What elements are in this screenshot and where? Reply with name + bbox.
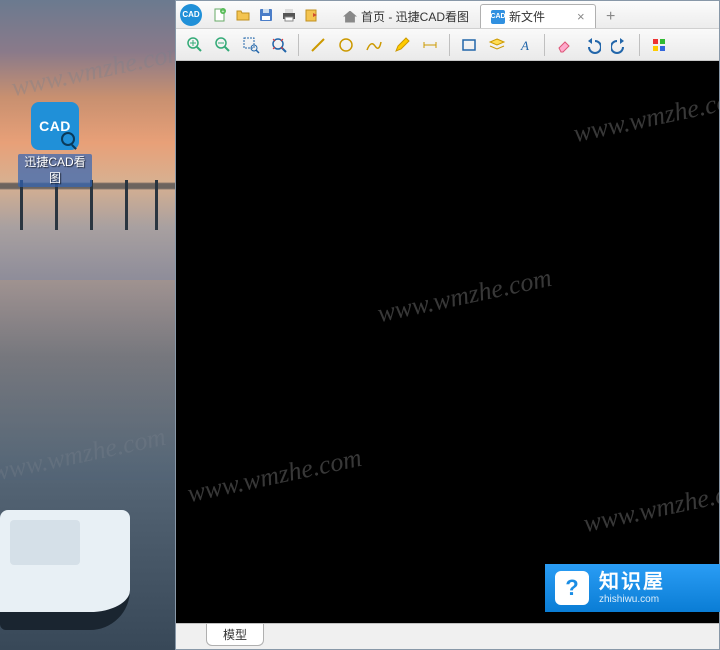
print-button[interactable] (279, 5, 299, 25)
new-file-button[interactable]: + (210, 5, 230, 25)
desktop-background: CAD 迅捷CAD看图 (0, 0, 175, 650)
circle-icon (337, 36, 355, 54)
print-icon (281, 7, 297, 23)
model-layout-tabs: 模型 (176, 623, 719, 649)
cad-viewer-window: CAD + 首页 - 迅捷CAD看图 CAD 新 (175, 0, 720, 650)
svg-text:+: + (222, 9, 225, 15)
tab-newfile[interactable]: CAD 新文件 × (480, 4, 596, 28)
app-logo-icon[interactable]: CAD (180, 4, 202, 26)
badge-title: 知识屋 (599, 571, 665, 594)
separator (544, 34, 545, 56)
drawing-canvas[interactable]: www.wmzhe.com www.wmzhe.com www.wmzhe.co… (176, 61, 719, 623)
desktop-icon-label: 迅捷CAD看图 (18, 154, 92, 187)
separator (639, 34, 640, 56)
text-icon: A (516, 36, 534, 54)
desktop-shortcut-cad[interactable]: CAD 迅捷CAD看图 (18, 102, 92, 187)
undo-icon (583, 36, 601, 54)
titlebar: CAD + 首页 - 迅捷CAD看图 CAD 新 (176, 1, 719, 29)
zoom-extents-icon (270, 36, 288, 54)
dimension-tool-button[interactable] (417, 32, 443, 58)
cad-file-icon: CAD (491, 10, 505, 24)
rect-tool-button[interactable] (456, 32, 482, 58)
zoom-out-button[interactable] (210, 32, 236, 58)
tab-model[interactable]: 模型 (206, 624, 264, 646)
erase-icon (555, 36, 573, 54)
boat (0, 510, 130, 630)
circle-tool-button[interactable] (333, 32, 359, 58)
layer-button[interactable] (484, 32, 510, 58)
save-icon (258, 7, 274, 23)
question-icon: ? (555, 571, 589, 605)
tab-label: 新文件 (509, 8, 545, 25)
rect-icon (460, 36, 478, 54)
quick-access-toolbar: + (210, 5, 322, 25)
erase-button[interactable] (551, 32, 577, 58)
color-icon (650, 36, 668, 54)
new-file-icon: + (212, 7, 228, 23)
pencil-icon (393, 36, 411, 54)
badge-subtitle: zhishiwu.com (599, 594, 665, 606)
watermark: www.wmzhe.com (375, 263, 555, 329)
close-tab-button[interactable]: × (577, 9, 585, 24)
line-tool-button[interactable] (305, 32, 331, 58)
zoom-out-icon (214, 36, 232, 54)
text-tool-button[interactable]: A (512, 32, 538, 58)
watermark: www.wmzhe.com (581, 473, 719, 539)
export-icon (304, 7, 320, 23)
redo-icon (611, 36, 629, 54)
svg-text:A: A (520, 38, 529, 53)
pier (20, 180, 23, 230)
watermark: www.wmzhe.com (571, 83, 719, 149)
polyline-tool-button[interactable] (361, 32, 387, 58)
new-tab-button[interactable]: + (600, 6, 622, 28)
document-tabs: 首页 - 迅捷CAD看图 CAD 新文件 × + (332, 1, 622, 28)
polyline-icon (365, 36, 383, 54)
zoom-extents-button[interactable] (266, 32, 292, 58)
save-button[interactable] (256, 5, 276, 25)
main-toolbar: A (176, 29, 719, 61)
badge-text: 知识屋 zhishiwu.com (599, 571, 665, 606)
color-button[interactable] (646, 32, 672, 58)
pencil-tool-button[interactable] (389, 32, 415, 58)
export-button[interactable] (302, 5, 322, 25)
pier (55, 180, 58, 230)
tab-label: 首页 - 迅捷CAD看图 (361, 8, 469, 25)
zoom-window-icon (242, 36, 260, 54)
zoom-in-button[interactable] (182, 32, 208, 58)
pier (125, 180, 128, 230)
water-reflection (0, 280, 175, 480)
undo-button[interactable] (579, 32, 605, 58)
separator (298, 34, 299, 56)
open-folder-icon (235, 7, 251, 23)
zoom-in-icon (186, 36, 204, 54)
redo-button[interactable] (607, 32, 633, 58)
magnifier-icon (61, 132, 75, 146)
watermark: www.wmzhe.com (185, 443, 365, 509)
pier (90, 180, 93, 230)
zoom-window-button[interactable] (238, 32, 264, 58)
pier (155, 180, 158, 230)
open-button[interactable] (233, 5, 253, 25)
separator (449, 34, 450, 56)
layer-icon (488, 36, 506, 54)
line-icon (309, 36, 327, 54)
site-badge[interactable]: ? 知识屋 zhishiwu.com (545, 564, 720, 612)
tab-home[interactable]: 首页 - 迅捷CAD看图 (332, 4, 480, 28)
dimension-icon (421, 36, 439, 54)
cad-app-icon: CAD (31, 102, 79, 150)
